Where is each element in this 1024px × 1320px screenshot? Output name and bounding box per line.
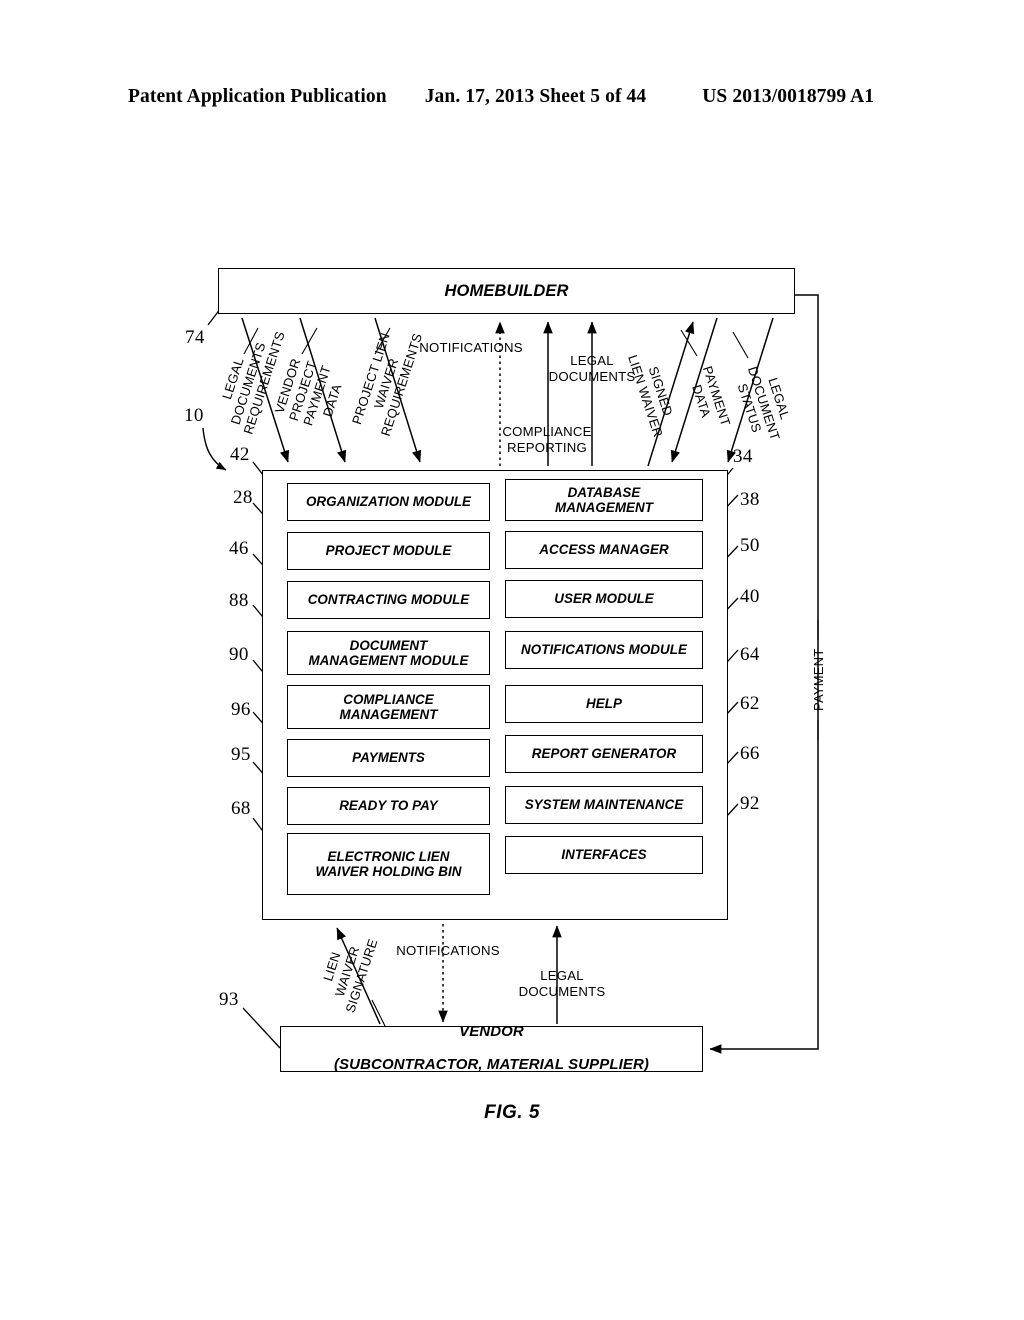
module-box: DATABASE MANAGEMENT <box>505 479 703 521</box>
module-label: READY TO PAY <box>339 798 438 814</box>
ref-68: 68 <box>231 798 251 819</box>
flow-label-notifications-bottom: NOTIFICATIONS <box>396 943 500 958</box>
flow-label-compliance-reporting: COMPLIANCE REPORTING <box>502 424 592 456</box>
module-label: NOTIFICATIONS MODULE <box>521 642 687 658</box>
figure-caption: FIG. 5 <box>484 1102 540 1123</box>
flow-label-payment-data: PAYMENT DATA <box>689 364 734 429</box>
module-box: REPORT GENERATOR <box>505 735 703 773</box>
homebuilder-node: HOMEBUILDER <box>218 268 795 314</box>
flow-label-legal-documents-bottom: LEGAL DOCUMENTS <box>518 968 606 1000</box>
module-label: CONTRACTING MODULE <box>307 592 470 608</box>
ref-28: 28 <box>233 487 253 508</box>
module-label: USER MODULE <box>554 591 654 607</box>
flow-label-signed-lien-waiver: SIGNED LIEN WAIVER <box>625 352 676 439</box>
ref-34: 34 <box>733 446 753 467</box>
module-box: ACCESS MANAGER <box>505 531 703 569</box>
module-box: ELECTRONIC LIEN WAIVER HOLDING BIN <box>287 833 490 895</box>
publication-number: US 2013/0018799 A1 <box>702 86 875 107</box>
module-box: CONTRACTING MODULE <box>287 581 490 619</box>
module-label: SYSTEM MAINTENANCE <box>524 797 684 813</box>
ref-50: 50 <box>740 535 760 556</box>
module-label: INTERFACES <box>561 847 647 863</box>
patent-figure-page: Patent Application Publication Jan. 17, … <box>0 0 1024 1320</box>
ref-38: 38 <box>740 489 760 510</box>
publication-title: Patent Application Publication <box>128 86 387 107</box>
flow-label-lien-waiver-signature: LIEN WAIVER SIGNATURE <box>320 937 381 1015</box>
ref-88: 88 <box>229 590 249 611</box>
module-box: SYSTEM MAINTENANCE <box>505 786 703 824</box>
flow-label-payment: PAYMENT <box>811 648 827 711</box>
ref-64: 64 <box>740 644 760 665</box>
ref-10: 10 <box>184 405 204 426</box>
module-box: PROJECT MODULE <box>287 532 490 570</box>
module-label: ACCESS MANAGER <box>539 542 669 558</box>
ref-62: 62 <box>740 693 760 714</box>
vendor-node: VENDOR (SUBCONTRACTOR, MATERIAL SUPPLIER… <box>280 1022 703 1074</box>
ref-74: 74 <box>185 327 205 348</box>
module-label: PROJECT MODULE <box>325 543 452 559</box>
module-label: DOCUMENT MANAGEMENT MODULE <box>308 637 469 668</box>
module-box: USER MODULE <box>505 580 703 618</box>
module-label: ELECTRONIC LIEN WAIVER HOLDING BIN <box>315 848 462 879</box>
module-box: INTERFACES <box>505 836 703 874</box>
ref-92: 92 <box>740 793 760 814</box>
module-box: HELP <box>505 685 703 723</box>
module-box: NOTIFICATIONS MODULE <box>505 631 703 669</box>
module-box: DOCUMENT MANAGEMENT MODULE <box>287 631 490 675</box>
vendor-label-line1: VENDOR <box>459 1022 524 1040</box>
ref-42: 42 <box>230 444 250 465</box>
ref-96: 96 <box>231 699 251 720</box>
module-box: PAYMENTS <box>287 739 490 777</box>
module-label: COMPLIANCE MANAGEMENT <box>339 691 438 722</box>
flow-label-notifications-top: NOTIFICATIONS <box>419 340 523 355</box>
ref-90: 90 <box>229 644 249 665</box>
module-box: COMPLIANCE MANAGEMENT <box>287 685 490 729</box>
module-label: DATABASE MANAGEMENT <box>555 484 653 515</box>
ref-46: 46 <box>229 538 249 559</box>
vendor-label-line2: (SUBCONTRACTOR, MATERIAL SUPPLIER) <box>333 1056 650 1074</box>
module-label: HELP <box>586 696 622 712</box>
ref-95: 95 <box>231 744 251 765</box>
homebuilder-label: HOMEBUILDER <box>444 281 569 300</box>
module-label: ORGANIZATION MODULE <box>305 494 472 510</box>
module-label: PAYMENTS <box>352 750 425 766</box>
module-box: READY TO PAY <box>287 787 490 825</box>
ref-40: 40 <box>740 586 760 607</box>
publication-header: Patent Application Publication Jan. 17, … <box>128 86 908 116</box>
module-label: REPORT GENERATOR <box>531 746 677 762</box>
ref-66: 66 <box>740 743 760 764</box>
publication-date-sheet: Jan. 17, 2013 Sheet 5 of 44 <box>424 86 647 107</box>
ref-93: 93 <box>219 989 239 1010</box>
module-box: ORGANIZATION MODULE <box>287 483 490 521</box>
